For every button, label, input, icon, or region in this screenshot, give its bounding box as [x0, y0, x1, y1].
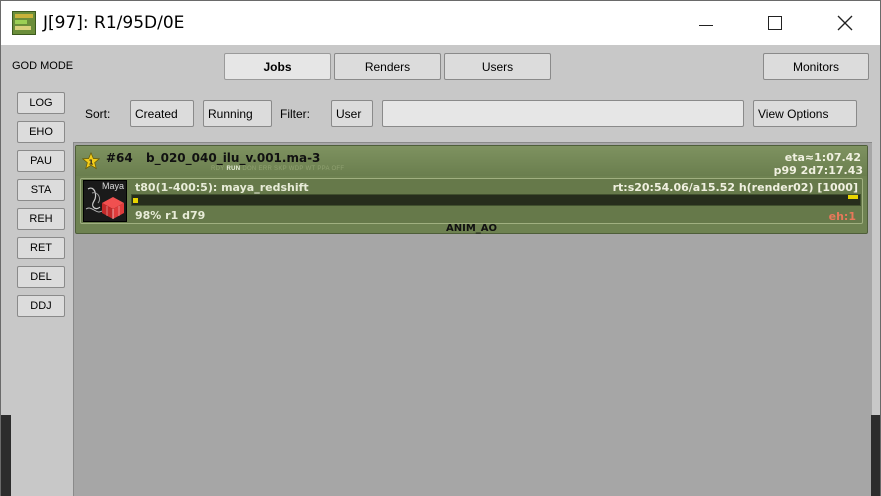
left-edge [1, 415, 11, 496]
state-before: RDY [211, 166, 225, 172]
sort-secondary-button[interactable]: Running [203, 100, 272, 127]
log-button[interactable]: LOG [17, 92, 65, 114]
eho-button[interactable]: EHO [17, 121, 65, 143]
sta-button[interactable]: STA [17, 179, 65, 201]
star-icon: 1 [82, 152, 100, 170]
job-item[interactable]: 1 #64 b_020_040_ilu_v.001.ma-3 RDY RUN D… [75, 145, 868, 234]
filter-input[interactable] [382, 100, 744, 127]
title-bar[interactable]: J[97]: R1/95D/0E [1, 1, 880, 45]
view-options-button[interactable]: View Options [753, 100, 857, 127]
maximize-icon [768, 16, 782, 30]
block-stats: 98% r1 d79 [135, 209, 206, 222]
pau-button[interactable]: PAU [17, 150, 65, 172]
filter-type-button[interactable]: User [331, 100, 373, 127]
job-block[interactable]: Maya t80(1-400:5): maya_redshift rt:s20:… [80, 178, 863, 224]
right-edge [871, 415, 880, 496]
reh-button[interactable]: REH [17, 208, 65, 230]
block-name: t80(1-400:5): maya_redshift [135, 181, 309, 194]
monitors-button[interactable]: Monitors [763, 53, 869, 80]
service-label: Maya [101, 181, 124, 191]
del-button[interactable]: DEL [17, 266, 65, 288]
ddj-button[interactable]: DDJ [17, 295, 65, 317]
minimize-button[interactable] [683, 9, 729, 37]
minimize-icon [699, 24, 713, 26]
main-area: GOD MODE Jobs Renders Users Monitors Sor… [1, 45, 880, 496]
mode-label: GOD MODE [12, 60, 74, 72]
job-priority-info: p99 2d7:17.43 [773, 164, 863, 177]
state-current: RUN [226, 166, 241, 172]
tab-jobs[interactable]: Jobs [224, 53, 331, 80]
tab-users[interactable]: Users [444, 53, 551, 80]
sort-label: Sort: [85, 107, 111, 121]
job-number: #64 [106, 151, 133, 165]
job-eta: eta≈1:07.42 [784, 151, 861, 164]
block-render-info: rt:s20:54.06/a15.52 h(render02) [1000] [612, 181, 858, 194]
sort-primary-button[interactable]: Created [130, 100, 194, 127]
progress-done-marker [848, 195, 858, 199]
block-progress-bar [131, 194, 861, 206]
tab-renders[interactable]: Renders [334, 53, 441, 80]
job-states: RDY RUN DON ERR SKP WDP WT PPA OFF [211, 166, 344, 172]
ret-button[interactable]: RET [17, 237, 65, 259]
close-icon [837, 15, 853, 31]
app-window: J[97]: R1/95D/0E GOD MODE Jobs Renders U… [0, 0, 881, 496]
maximize-button[interactable] [752, 9, 798, 37]
job-user: ANIM_AO [445, 223, 498, 234]
job-name: b_020_040_ilu_v.001.ma-3 [146, 151, 321, 165]
maya-service-icon: Maya [83, 180, 127, 222]
filter-label: Filter: [280, 107, 310, 121]
block-errors: eh:1 [828, 210, 856, 223]
state-after: DON ERR SKP WDP WT PPA OFF [242, 166, 345, 172]
close-button[interactable] [822, 9, 868, 37]
progress-fill [133, 198, 138, 203]
window-title: J[97]: R1/95D/0E [43, 13, 185, 33]
redshift-cube-icon [102, 197, 124, 219]
app-icon [12, 11, 36, 35]
priority-badge: 1 [88, 158, 93, 167]
